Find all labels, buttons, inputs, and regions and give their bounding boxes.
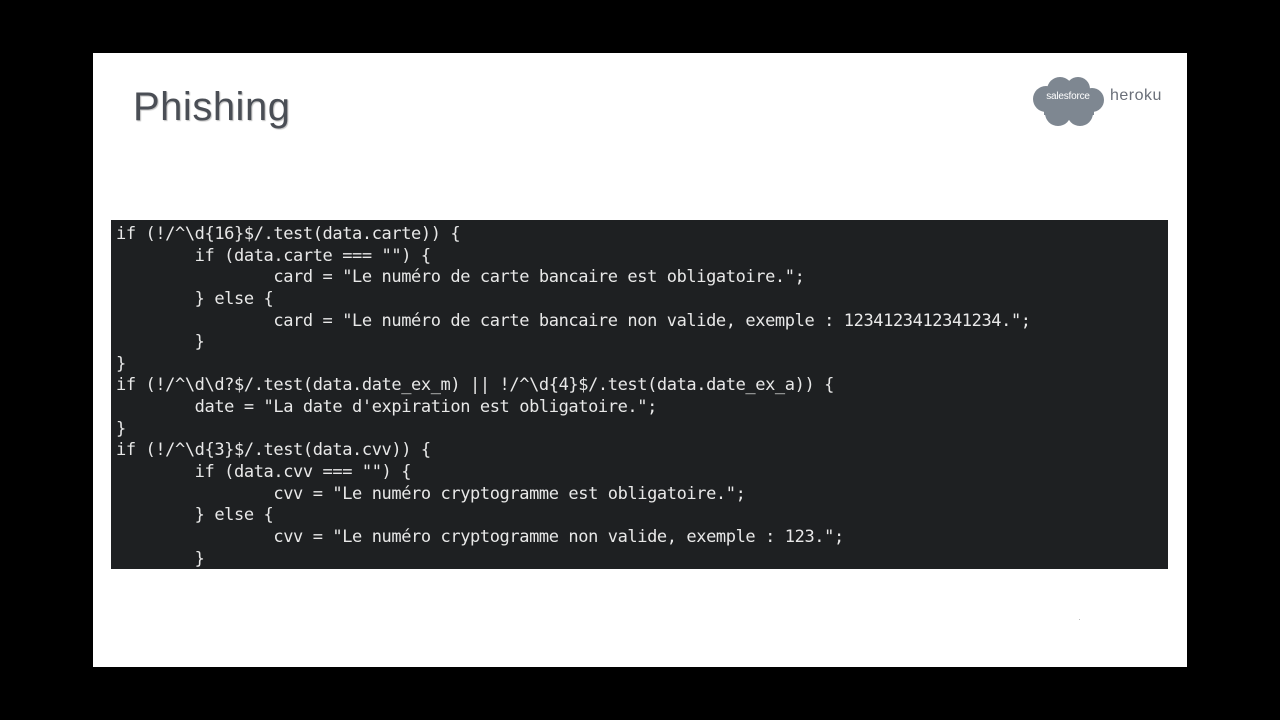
code-line: } else { xyxy=(116,288,274,309)
code-line: } xyxy=(116,332,205,353)
salesforce-logo-text: salesforce xyxy=(1046,91,1090,102)
code-line: } else { xyxy=(116,505,274,526)
code-line: } xyxy=(116,548,205,569)
salesforce-heroku-logo: salesforce heroku xyxy=(1030,75,1175,133)
slide-title: Phishing xyxy=(133,85,291,129)
code-line: if (data.carte === "") { xyxy=(116,245,431,266)
code-line: } xyxy=(116,353,126,374)
code-line: date = "La date d'expiration est obligat… xyxy=(116,397,658,418)
code-line: card = "Le numéro de carte bancaire non … xyxy=(116,310,1031,331)
cloud-icon xyxy=(1033,77,1104,126)
code-line: if (!/^\d{16}$/.test(data.carte)) { xyxy=(116,224,461,244)
code-line: if (!/^\d{3}$/.test(data.cvv)) { xyxy=(116,440,431,461)
heroku-logo-text: heroku xyxy=(1110,87,1162,104)
code-line: if (data.cvv === "") { xyxy=(116,462,412,483)
code-line: card = "Le numéro de carte bancaire est … xyxy=(116,267,805,288)
code-line: if (!/^\d\d?$/.test(data.date_ex_m) || !… xyxy=(116,375,834,396)
code-line: cvv = "Le numéro cryptogramme est obliga… xyxy=(116,483,746,504)
code-block: if (!/^\d{16}$/.test(data.carte)) { if (… xyxy=(111,220,1168,569)
code-line: cvv = "Le numéro cryptogramme non valide… xyxy=(116,526,844,547)
code-line: } xyxy=(116,418,126,439)
code-text: if (!/^\d{16}$/.test(data.carte)) { if (… xyxy=(111,220,1168,569)
presentation-slide: Phishing salesforce heroku if (!/^\d{16}… xyxy=(93,53,1187,667)
slide-dot xyxy=(1079,619,1080,620)
